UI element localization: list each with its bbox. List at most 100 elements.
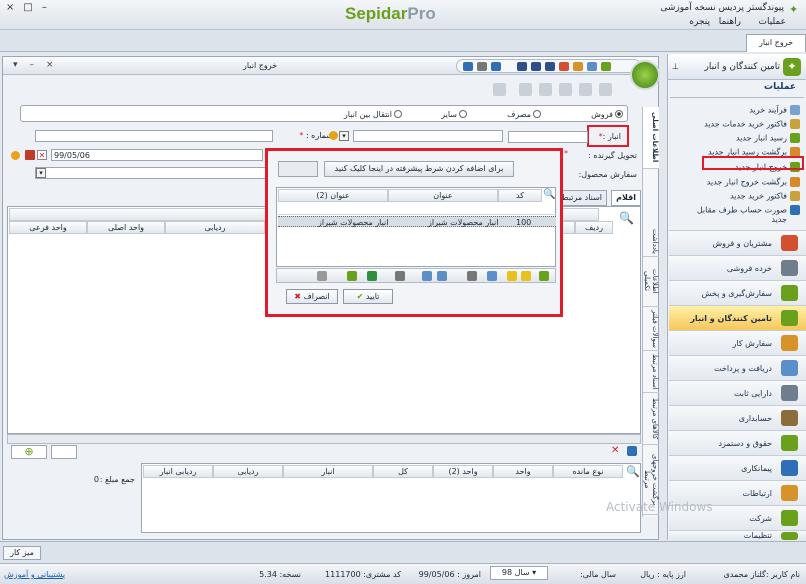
pin-icon[interactable]: ⊥ bbox=[672, 62, 679, 71]
columns-icon[interactable] bbox=[487, 271, 497, 281]
main-unit-header[interactable]: واحد اصلی bbox=[87, 221, 165, 234]
nav-first-icon[interactable] bbox=[463, 62, 473, 71]
lookup-icon[interactable] bbox=[11, 151, 20, 160]
module-accounting[interactable]: حسابداری bbox=[669, 405, 806, 430]
ok-button[interactable]: ✔ تایید bbox=[343, 289, 393, 304]
save-close-icon[interactable] bbox=[545, 62, 555, 71]
menu-operations[interactable]: عملیات bbox=[759, 17, 786, 27]
table-row[interactable]: انبار محصولات شیراز انبار محصولات شیراز … bbox=[278, 216, 556, 227]
number-field[interactable] bbox=[353, 130, 503, 142]
tab-main-info[interactable]: اطلاعات اصلی bbox=[643, 107, 659, 169]
date-field[interactable]: 99/05/06 bbox=[51, 149, 263, 161]
cancel-button[interactable]: ✖ انصراف bbox=[286, 289, 338, 304]
tab-related-items[interactable]: کالاهای مرتبط bbox=[643, 393, 659, 445]
module-payments[interactable]: دریافت و پرداخت bbox=[669, 355, 806, 380]
search-icon[interactable]: 🔍 bbox=[543, 189, 555, 200]
delete-icon[interactable] bbox=[559, 62, 569, 71]
fiscal-year-select[interactable]: سال 98 ▾ bbox=[490, 566, 548, 580]
filter-clear-icon[interactable] bbox=[507, 271, 517, 281]
warehouse-field[interactable] bbox=[508, 131, 588, 143]
help-icon[interactable] bbox=[491, 62, 501, 71]
save-icon[interactable] bbox=[517, 62, 527, 71]
search-icon[interactable]: 🔍 bbox=[626, 465, 640, 478]
module-contracting[interactable]: پیمانکاری bbox=[669, 455, 806, 480]
tracking-header[interactable]: ردیابی bbox=[213, 465, 283, 478]
expand-icon[interactable] bbox=[437, 271, 447, 281]
unit-header[interactable]: واحد bbox=[493, 465, 553, 478]
tab-filter-questions[interactable]: سوالات فیلتر bbox=[643, 307, 659, 351]
list-icon[interactable] bbox=[599, 83, 612, 96]
menu-help[interactable]: راهنما bbox=[719, 17, 741, 27]
horizontal-scrollbar[interactable] bbox=[7, 434, 641, 444]
module-fixed-assets[interactable]: دارایی ثابت bbox=[669, 380, 806, 405]
description-field[interactable] bbox=[35, 130, 273, 142]
nav-next-icon[interactable] bbox=[601, 62, 611, 71]
filter-icon[interactable] bbox=[521, 271, 531, 281]
export-icon[interactable] bbox=[347, 271, 357, 281]
fit-icon[interactable] bbox=[422, 271, 432, 281]
menu-window[interactable]: پنجره bbox=[689, 17, 710, 27]
radio-other[interactable]: سایر bbox=[441, 110, 467, 119]
add-row-icon[interactable]: ⊕ bbox=[11, 445, 47, 459]
code-header[interactable]: کد bbox=[498, 189, 542, 202]
clear-icon[interactable]: ✕ bbox=[37, 150, 47, 160]
barcode-icon[interactable] bbox=[51, 445, 77, 459]
module-work-order[interactable]: سفارش کار bbox=[669, 330, 806, 355]
row-header[interactable]: ردیف bbox=[575, 221, 613, 234]
arrow-icon[interactable] bbox=[493, 83, 506, 96]
globe-icon[interactable] bbox=[317, 271, 327, 281]
search-icon[interactable]: 🔍 bbox=[619, 211, 635, 225]
delete-row-icon[interactable]: ✕ bbox=[611, 445, 619, 456]
support-link[interactable]: پشتیبانی و آموزش bbox=[4, 570, 65, 579]
refresh-icon[interactable] bbox=[539, 271, 549, 281]
excel-icon[interactable] bbox=[367, 271, 377, 281]
tab-notes[interactable]: یادداشت bbox=[643, 227, 659, 257]
tracking-anbar-header[interactable]: ردیابی انبار bbox=[143, 465, 213, 478]
grid-icon[interactable] bbox=[519, 83, 532, 96]
radio-sale[interactable]: فروش bbox=[591, 110, 623, 119]
module-settings[interactable]: تنظیمات bbox=[669, 530, 806, 540]
back-icon[interactable] bbox=[559, 83, 572, 96]
op-service-invoice[interactable]: فاکتور خرید خدمات جدید bbox=[704, 119, 800, 132]
op-new-receipt[interactable]: رسید انبار جدید bbox=[736, 133, 800, 146]
sum-icon[interactable] bbox=[467, 271, 477, 281]
forward-icon[interactable] bbox=[579, 83, 592, 96]
op-return-exit[interactable]: برگشت خروج انبار جدید bbox=[707, 177, 800, 190]
attach-icon[interactable] bbox=[539, 83, 552, 96]
module-distribution[interactable]: سفارش‌گیری و پخش bbox=[669, 280, 806, 305]
lookup-icon[interactable] bbox=[329, 131, 338, 140]
filter-toggle-button[interactable] bbox=[278, 161, 318, 177]
sub-unit-header[interactable]: واحد فرعی bbox=[9, 221, 87, 234]
total-header[interactable]: کل bbox=[373, 465, 433, 478]
tracking-header[interactable]: ردیابی bbox=[165, 221, 265, 234]
print-icon[interactable] bbox=[395, 271, 405, 281]
anbar-header[interactable]: انبار bbox=[283, 465, 373, 478]
print-icon[interactable] bbox=[477, 62, 487, 71]
filter-row[interactable] bbox=[278, 203, 556, 215]
advanced-filter-button[interactable]: برای اضافه کردن شرط پیشرفته در اینجا کلی… bbox=[324, 161, 514, 177]
window-controls[interactable]: ▾–× bbox=[13, 60, 66, 70]
product-order-field[interactable] bbox=[35, 167, 275, 179]
module-customers-sales[interactable]: مشتریان و فروش bbox=[669, 230, 806, 255]
module-suppliers-warehouse[interactable]: تامین کنندگان و انبار bbox=[669, 305, 806, 330]
window-controls[interactable]: ×□– bbox=[6, 2, 56, 14]
chevron-down-icon[interactable]: ▾ bbox=[36, 168, 46, 178]
refresh-icon[interactable] bbox=[587, 62, 597, 71]
tab-items[interactable]: اقلام bbox=[611, 190, 641, 206]
remaining-type-header[interactable]: نوع مانده bbox=[553, 465, 623, 478]
save-new-icon[interactable] bbox=[531, 62, 541, 71]
chevron-down-icon[interactable]: ▾ bbox=[339, 131, 349, 141]
tab-desk[interactable]: میز کار bbox=[3, 546, 41, 560]
unit2-header[interactable]: واحد (2) bbox=[433, 465, 493, 478]
tab-related-documents[interactable]: اسناد مرتبط bbox=[556, 190, 607, 206]
tab-related-docs[interactable]: اسناد مرتبط bbox=[643, 351, 659, 393]
module-retail[interactable]: خرده فروشی bbox=[669, 255, 806, 280]
tab-warehouse-exit[interactable]: خروج انبار bbox=[746, 34, 806, 52]
new-document-icon[interactable] bbox=[573, 62, 583, 71]
detail-icon[interactable] bbox=[627, 446, 637, 456]
radio-transfer[interactable]: انتقال بین انبار bbox=[344, 110, 402, 119]
op-purchase-invoice[interactable]: فاکتور خرید جدید bbox=[730, 191, 800, 204]
module-payroll[interactable]: حقوق و دستمزد bbox=[669, 430, 806, 455]
title-header[interactable]: عنوان bbox=[388, 189, 498, 202]
calendar-icon[interactable] bbox=[25, 150, 35, 160]
